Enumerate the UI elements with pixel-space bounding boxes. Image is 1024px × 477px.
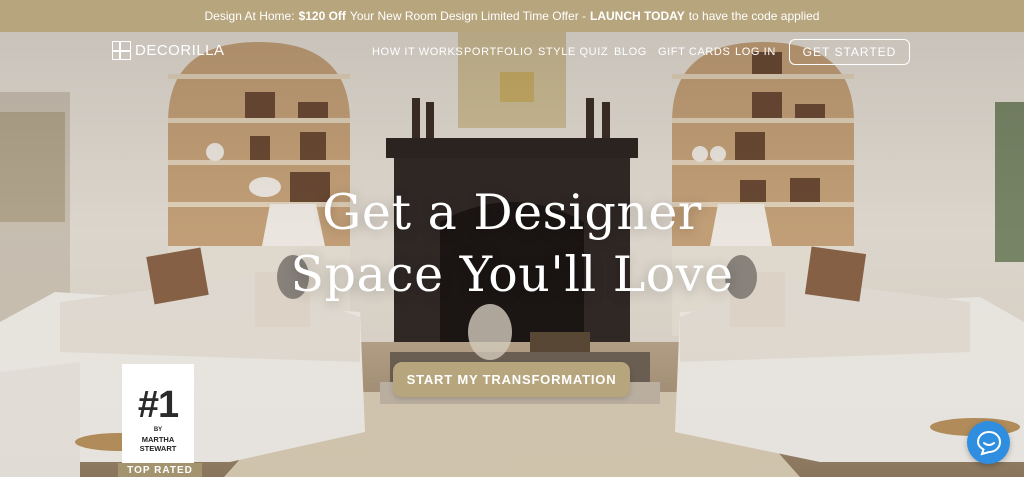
decorilla-logo-icon [111, 40, 131, 60]
promo-middle: Your New Room Design Limited Time Offer … [349, 9, 587, 23]
martha-stewart-badge: #1 BY MARTHA STEWART TOP RATED [118, 364, 202, 477]
badge-name-line-1: MARTHA [141, 435, 175, 444]
badge-name: MARTHA STEWART [122, 435, 194, 453]
badge-by: BY [153, 427, 163, 433]
promo-tail: to have the code applied [688, 9, 820, 23]
nav-portfolio[interactable]: PORTFOLIO [464, 46, 533, 58]
badge-rank: #1 [137, 384, 179, 426]
promo-launch: LAUNCH TODAY [590, 9, 685, 23]
nav-style-quiz[interactable]: STYLE QUIZ [538, 46, 608, 58]
nav-blog[interactable]: BLOG [614, 46, 647, 58]
hero-section: DECORILLA HOW IT WORKS PORTFOLIO STYLE Q… [0, 32, 1024, 477]
start-transformation-button[interactable]: START MY TRANSFORMATION [393, 362, 630, 397]
headline-line-1: Get a Designer [322, 184, 702, 241]
logo-text: DECORILLA [135, 42, 225, 59]
nav-how-it-works[interactable]: HOW IT WORKS [372, 46, 463, 58]
nav-gift-cards[interactable]: GIFT CARDS [658, 46, 730, 58]
nav-log-in[interactable]: LOG IN [735, 46, 776, 58]
badge-top-rated: TOP RATED [118, 463, 202, 477]
get-started-button[interactable]: GET STARTED [789, 39, 910, 65]
main-nav: DECORILLA HOW IT WORKS PORTFOLIO STYLE Q… [0, 32, 1024, 74]
chat-bubble-icon [976, 430, 1001, 455]
chat-launcher-button[interactable] [967, 421, 1010, 464]
promo-banner[interactable]: Design At Home: $120 Off Your New Room D… [0, 0, 1024, 32]
promo-offer: $120 Off [298, 9, 346, 23]
promo-lead: Design At Home: [204, 9, 295, 23]
hero-headline: Get a Designer Space You'll Love [0, 182, 1024, 306]
headline-line-2: Space You'll Love [290, 246, 734, 303]
logo[interactable]: DECORILLA [111, 40, 225, 60]
badge-name-line-2: STEWART [139, 444, 177, 453]
